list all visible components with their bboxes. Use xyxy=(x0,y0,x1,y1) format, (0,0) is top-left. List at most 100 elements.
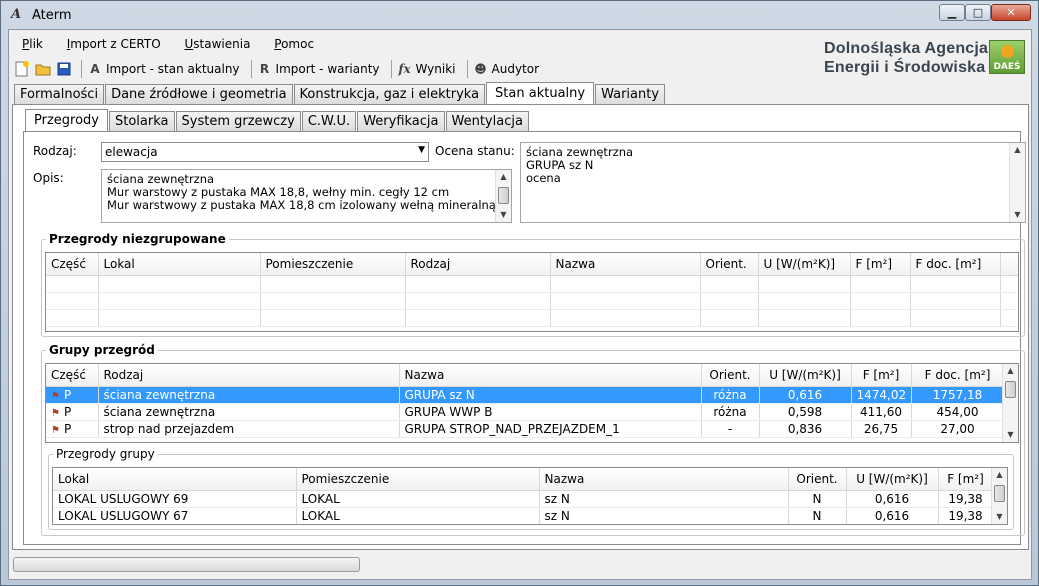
col-header[interactable]: F doc. [m²] xyxy=(910,253,1001,276)
col-header[interactable]: Rodzaj xyxy=(405,253,551,276)
table-row[interactable]: ⚑ P ściana zewnętrzna GRUPA sz N różna 0,… xyxy=(46,386,1005,404)
menu-plik[interactable]: Plik xyxy=(19,36,46,52)
col-header[interactable]: Nazwa xyxy=(399,364,702,387)
client-area: Plik Import z CERTO Ustawienia Pomoc A Im… xyxy=(8,29,1032,580)
col-header[interactable]: F [m²] xyxy=(851,364,912,387)
col-header[interactable]: F [m²] xyxy=(850,253,911,276)
ocena-label: Ocena stanu: xyxy=(435,144,515,158)
open-folder-icon[interactable] xyxy=(34,60,52,78)
col-header[interactable]: Część xyxy=(46,253,99,276)
import-current-button[interactable]: A Import - stan aktualny xyxy=(87,62,239,76)
close-button[interactable]: ✕ xyxy=(991,4,1031,21)
save-icon[interactable] xyxy=(55,60,73,78)
menu-pomoc[interactable]: Pomoc xyxy=(271,36,317,52)
brand-name: Dolnośląska Agencja Energii i Środowiska xyxy=(824,40,989,76)
group-items-header-row: Lokal Pomieszczenie Nazwa Orient. U [W/(… xyxy=(53,468,994,491)
table-row xyxy=(46,275,1018,293)
tab-wentylacja[interactable]: Wentylacja xyxy=(445,111,529,131)
groups-panel: Grupy przegród Część Rodzaj Nazwa Orient… xyxy=(41,343,1025,536)
ocena-scrollbar[interactable]: ▲ ▼ xyxy=(1009,143,1025,222)
rodzaj-label: Rodzaj: xyxy=(33,144,77,158)
tab-formalnosci[interactable]: Formalności xyxy=(14,84,105,104)
col-header[interactable]: U [W/(m²K)] xyxy=(759,364,852,387)
tab-stan-aktualny[interactable]: Stan aktualny xyxy=(486,82,595,105)
app-window: A Aterm ▁ □ ✕ Plik Import z CERTO Ustawi… xyxy=(0,0,1039,586)
table-row[interactable]: LOKAL USLUGOWY 69 LOKAL sz N N 0,616 19,… xyxy=(53,490,994,508)
scroll-thumb[interactable] xyxy=(498,187,509,204)
col-header[interactable]: Pomieszczenie xyxy=(296,468,540,491)
col-header[interactable]: F [m²] xyxy=(938,468,994,491)
tab-stolarka[interactable]: Stolarka xyxy=(109,111,175,131)
menu-import-certo[interactable]: Import z CERTO xyxy=(64,36,164,52)
tab-weryfikacja[interactable]: Weryfikacja xyxy=(357,111,445,131)
scroll-down-icon[interactable]: ▼ xyxy=(1003,428,1018,442)
rodzaj-select[interactable]: elewacja ▼ xyxy=(101,142,429,162)
scroll-down-icon[interactable]: ▼ xyxy=(992,510,1007,524)
col-header[interactable]: Część xyxy=(46,364,99,387)
group-items-scrollbar[interactable]: ▲ ▼ xyxy=(991,468,1007,524)
daes-logo: DAEŚ xyxy=(989,40,1025,74)
col-header[interactable]: Pomieszczenie xyxy=(260,253,406,276)
scroll-down-icon[interactable]: ▼ xyxy=(1010,208,1025,222)
groups-header-row: Część Rodzaj Nazwa Orient. U [W/(m²K)] F… xyxy=(46,364,1005,387)
table-row[interactable]: ⚑ P ściana zewnętrzna GRUPA WWP B różna 0… xyxy=(46,403,1005,421)
tab-system-grzewczy[interactable]: System grzewczy xyxy=(175,111,301,131)
col-header[interactable]: Lokal xyxy=(53,468,297,491)
col-header xyxy=(1000,253,1018,276)
col-header[interactable]: Nazwa xyxy=(539,468,789,491)
scroll-up-icon[interactable]: ▲ xyxy=(992,468,1007,482)
table-row xyxy=(46,292,1018,310)
col-header[interactable]: F doc. [m²] xyxy=(911,364,1005,387)
groups-grid[interactable]: Część Rodzaj Nazwa Orient. U [W/(m²K)] F… xyxy=(45,363,1019,443)
tab-cwu[interactable]: C.W.U. xyxy=(301,111,357,131)
new-file-icon[interactable] xyxy=(13,60,31,78)
tab-konstrukcja[interactable]: Konstrukcja, gaz i elektryka xyxy=(293,84,486,104)
tab-warianty[interactable]: Warianty xyxy=(595,84,666,104)
function-icon: fx xyxy=(398,62,411,76)
maximize-button[interactable]: □ xyxy=(965,4,991,21)
ocena-textarea[interactable]: ściana zewnętrzna GRUPA sz N ocena ▲ ▼ xyxy=(520,142,1026,223)
col-header[interactable]: Nazwa xyxy=(550,253,701,276)
auditor-icon: ☻ xyxy=(474,62,487,76)
opis-label: Opis: xyxy=(33,171,64,185)
scroll-up-icon[interactable]: ▲ xyxy=(1010,143,1025,157)
import-variants-button[interactable]: R Import - warianty xyxy=(257,62,380,76)
ungrouped-grid[interactable]: Część Lokal Pomieszczenie Rodzaj Nazwa O… xyxy=(45,252,1019,332)
col-header[interactable]: Orient. xyxy=(701,364,760,387)
app-icon: A xyxy=(11,7,22,22)
scroll-down-icon[interactable]: ▼ xyxy=(496,208,511,222)
col-header[interactable]: Orient. xyxy=(788,468,847,491)
toolbar-separator xyxy=(390,60,392,78)
tab-przegrody[interactable]: Przegrody xyxy=(25,109,108,132)
table-row xyxy=(46,309,1018,327)
table-row[interactable]: ⚑ P strop nad przejazdem GRUPA STROP_NAD_… xyxy=(46,420,1005,438)
flag-icon: ⚑ xyxy=(51,424,60,436)
scroll-thumb[interactable] xyxy=(994,485,1005,502)
col-header[interactable]: Lokal xyxy=(98,253,261,276)
tab-dane-zrodlowe[interactable]: Dane źródłowe i geometria xyxy=(105,84,293,104)
scroll-thumb[interactable] xyxy=(1005,381,1016,398)
import-variants-icon: R xyxy=(259,62,270,76)
toolbar-separator xyxy=(466,60,468,78)
scroll-up-icon[interactable]: ▲ xyxy=(496,170,511,184)
col-header[interactable]: Orient. xyxy=(700,253,759,276)
results-button[interactable]: fx Wyniki xyxy=(397,62,455,76)
ungrouped-title: Przegrody niezgrupowane xyxy=(46,232,229,246)
groups-scrollbar[interactable]: ▲ ▼ xyxy=(1002,364,1018,442)
col-header[interactable]: U [W/(m²K)] xyxy=(846,468,939,491)
opis-scrollbar[interactable]: ▲ ▼ xyxy=(495,170,511,222)
menu-ustawienia[interactable]: Ustawienia xyxy=(182,36,254,52)
col-header[interactable]: Rodzaj xyxy=(98,364,400,387)
auditor-button[interactable]: ☻ Audytor xyxy=(473,62,539,76)
col-header[interactable]: U [W/(m²K)] xyxy=(758,253,851,276)
sub-tabs: Przegrody Stolarka System grzewczy C.W.U… xyxy=(25,109,530,132)
flag-icon: ⚑ xyxy=(51,390,60,402)
table-row[interactable]: LOKAL USLUGOWY 67 LOKAL sz N N 0,616 19,… xyxy=(53,507,994,524)
ungrouped-header-row: Część Lokal Pomieszczenie Rodzaj Nazwa O… xyxy=(46,253,1018,276)
group-items-grid[interactable]: Lokal Pomieszczenie Nazwa Orient. U [W/(… xyxy=(52,467,1008,525)
menu-bar: Plik Import z CERTO Ustawienia Pomoc xyxy=(19,36,331,54)
minimize-button[interactable]: ▁ xyxy=(939,4,965,21)
scroll-up-icon[interactable]: ▲ xyxy=(1003,364,1018,378)
title-bar[interactable]: A Aterm ▁ □ ✕ xyxy=(1,1,1038,29)
opis-textarea[interactable]: ściana zewnętrzna Mur warstowy z pustaka… xyxy=(101,169,512,223)
